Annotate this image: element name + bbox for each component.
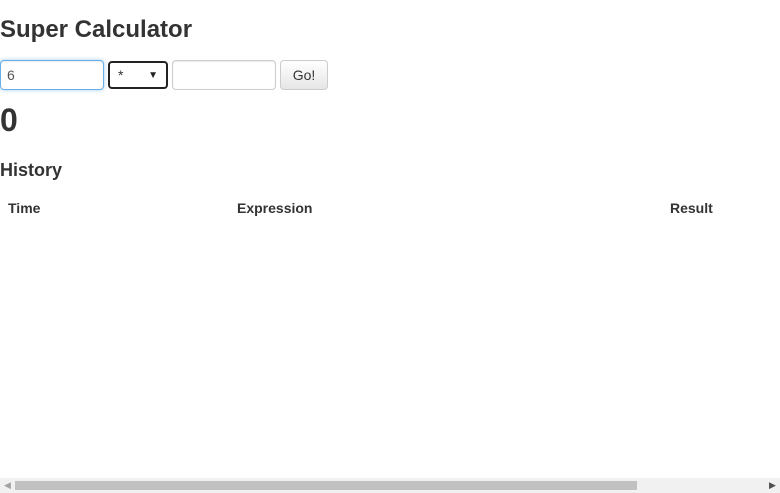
- chevron-down-icon: ▼: [148, 69, 158, 81]
- result-value: 0: [0, 102, 18, 138]
- operator-select[interactable]: * ▼: [108, 61, 168, 89]
- history-table: Time Expression Result: [0, 196, 780, 220]
- column-header-result: Result: [670, 200, 713, 216]
- second-operand-input[interactable]: [172, 60, 276, 90]
- column-header-expression: Expression: [237, 200, 313, 216]
- first-operand-input[interactable]: [0, 60, 104, 90]
- page-title: Super Calculator: [0, 16, 193, 43]
- horizontal-scrollbar[interactable]: ◀ ▶: [0, 478, 780, 493]
- history-header-row: Time Expression Result: [0, 196, 780, 220]
- arrow-right-icon[interactable]: ▶: [765, 478, 780, 493]
- column-header-time: Time: [8, 200, 41, 216]
- scrollbar-thumb[interactable]: [15, 481, 637, 490]
- go-button[interactable]: Go!: [280, 60, 328, 90]
- operator-selected-value: *: [118, 67, 124, 83]
- calculator-page: Super Calculator * ▼ Go! 0 History Time …: [0, 0, 780, 493]
- arrow-left-icon[interactable]: ◀: [0, 478, 15, 493]
- history-title: History: [0, 160, 63, 180]
- calculator-form: * ▼ Go!: [0, 60, 780, 90]
